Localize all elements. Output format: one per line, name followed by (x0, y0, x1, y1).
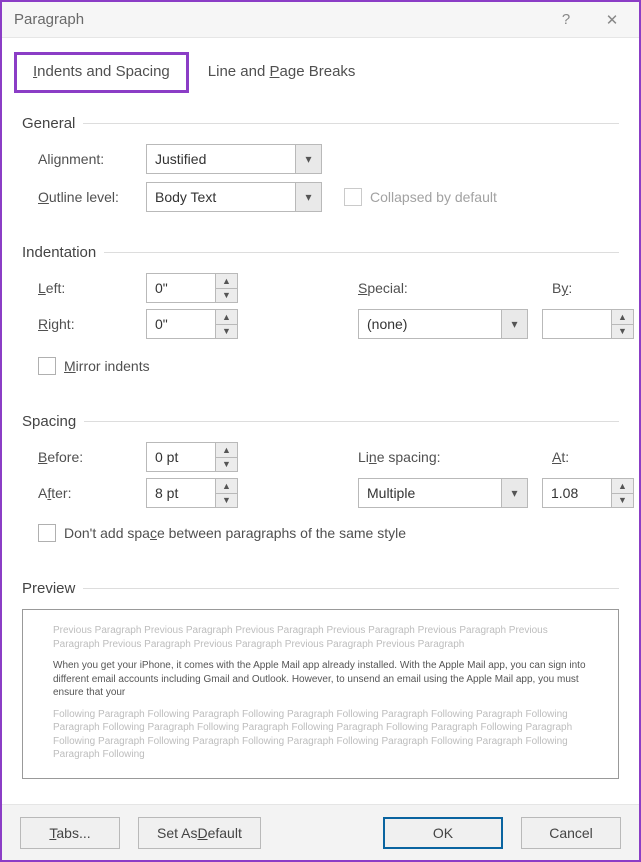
section-indentation: Indentation (22, 244, 619, 261)
before-value: 0 pt (147, 443, 215, 471)
indent-right-input[interactable]: 0" ▲▼ (146, 309, 238, 339)
preview-box: Previous Paragraph Previous Paragraph Pr… (22, 609, 619, 779)
tabs-button[interactable]: Tabs... (20, 817, 120, 849)
down-arrow-icon[interactable]: ▼ (216, 289, 237, 303)
divider (83, 588, 619, 589)
mirror-indents-checkbox[interactable]: Mirror indents (38, 357, 150, 375)
section-spacing: Spacing (22, 413, 619, 430)
up-arrow-icon[interactable]: ▲ (216, 443, 237, 458)
dialog-footer: Tabs... Set As Default OK Cancel (2, 804, 639, 860)
after-value: 8 pt (147, 479, 215, 507)
after-label: After: (38, 485, 146, 501)
cancel-button[interactable]: Cancel (521, 817, 621, 849)
preview-previous-text: Previous Paragraph Previous Paragraph Pr… (53, 624, 588, 651)
by-input[interactable]: ▲▼ (542, 309, 634, 339)
alignment-value: Justified (147, 151, 295, 167)
special-value: (none) (359, 316, 501, 332)
at-label: At: (552, 449, 569, 465)
up-arrow-icon[interactable]: ▲ (612, 479, 633, 494)
up-arrow-icon[interactable]: ▲ (216, 310, 237, 325)
after-input[interactable]: 8 pt ▲▼ (146, 478, 238, 508)
tab-indents-text: ndents and Spacing (37, 63, 170, 80)
set-as-default-button[interactable]: Set As Default (138, 817, 261, 849)
preview-following-text: Following Paragraph Following Paragraph … (53, 708, 588, 762)
outline-label: Outline level: (38, 189, 146, 205)
window-title: Paragraph (14, 11, 543, 28)
chevron-down-icon[interactable]: ▾ (295, 145, 321, 173)
at-input[interactable]: 1.08 ▲▼ (542, 478, 634, 508)
down-arrow-icon[interactable]: ▼ (612, 494, 633, 508)
by-label: By: (552, 280, 572, 296)
paragraph-dialog: Paragraph ? ✕ Indents and Spacing Line a… (0, 0, 641, 862)
chevron-down-icon[interactable]: ▾ (501, 310, 527, 338)
section-preview: Preview (22, 580, 619, 597)
by-value (543, 310, 611, 338)
down-arrow-icon[interactable]: ▼ (216, 458, 237, 472)
mirror-indents-label: Mirror indents (64, 358, 150, 374)
down-arrow-icon[interactable]: ▼ (216, 494, 237, 508)
alignment-dropdown[interactable]: Justified ▾ (146, 144, 322, 174)
line-spacing-value: Multiple (359, 485, 501, 501)
section-preview-label: Preview (22, 580, 75, 597)
ok-button[interactable]: OK (383, 817, 503, 849)
collapsed-checkbox: Collapsed by default (344, 188, 497, 206)
checkbox-icon (38, 357, 56, 375)
titlebar: Paragraph ? ✕ (2, 2, 639, 38)
indent-left-label: Left: (38, 280, 146, 296)
collapsed-label: Collapsed by default (370, 189, 497, 205)
dont-add-space-checkbox[interactable]: Don't add space between paragraphs of th… (38, 524, 406, 542)
up-arrow-icon[interactable]: ▲ (216, 274, 237, 289)
section-general: General (22, 115, 619, 132)
before-label: Before: (38, 449, 146, 465)
checkbox-icon (344, 188, 362, 206)
preview-body-text: When you get your iPhone, it comes with … (53, 659, 588, 700)
section-indentation-label: Indentation (22, 244, 96, 261)
special-label: Special: (358, 280, 538, 296)
help-button[interactable]: ? (543, 4, 589, 36)
at-value: 1.08 (543, 479, 611, 507)
divider (104, 252, 619, 253)
up-arrow-icon[interactable]: ▲ (612, 310, 633, 325)
dialog-content: General Alignment: Justified ▾ Outline l… (2, 93, 639, 804)
tab-indents-and-spacing[interactable]: Indents and Spacing (14, 52, 189, 93)
outline-value: Body Text (147, 189, 295, 205)
tab-strip: Indents and Spacing Line and Page Breaks (2, 38, 639, 93)
special-dropdown[interactable]: (none) ▾ (358, 309, 528, 339)
before-input[interactable]: 0 pt ▲▼ (146, 442, 238, 472)
chevron-down-icon[interactable]: ▾ (295, 183, 321, 211)
indent-left-value: 0" (147, 274, 215, 302)
line-spacing-label: Line spacing: (358, 449, 538, 465)
section-general-label: General (22, 115, 75, 132)
checkbox-icon (38, 524, 56, 542)
divider (84, 421, 619, 422)
indent-right-label: Right: (38, 316, 146, 332)
dont-add-space-label: Don't add space between paragraphs of th… (64, 525, 406, 541)
tab-line-and-page-breaks[interactable]: Line and Page Breaks (189, 52, 375, 93)
alignment-label: Alignment: (38, 151, 146, 167)
down-arrow-icon[interactable]: ▼ (612, 325, 633, 339)
up-arrow-icon[interactable]: ▲ (216, 479, 237, 494)
indent-left-input[interactable]: 0" ▲▼ (146, 273, 238, 303)
close-button[interactable]: ✕ (589, 4, 635, 36)
outline-dropdown[interactable]: Body Text ▾ (146, 182, 322, 212)
line-spacing-dropdown[interactable]: Multiple ▾ (358, 478, 528, 508)
section-spacing-label: Spacing (22, 413, 76, 430)
indent-right-value: 0" (147, 310, 215, 338)
divider (83, 123, 619, 124)
down-arrow-icon[interactable]: ▼ (216, 325, 237, 339)
chevron-down-icon[interactable]: ▾ (501, 479, 527, 507)
